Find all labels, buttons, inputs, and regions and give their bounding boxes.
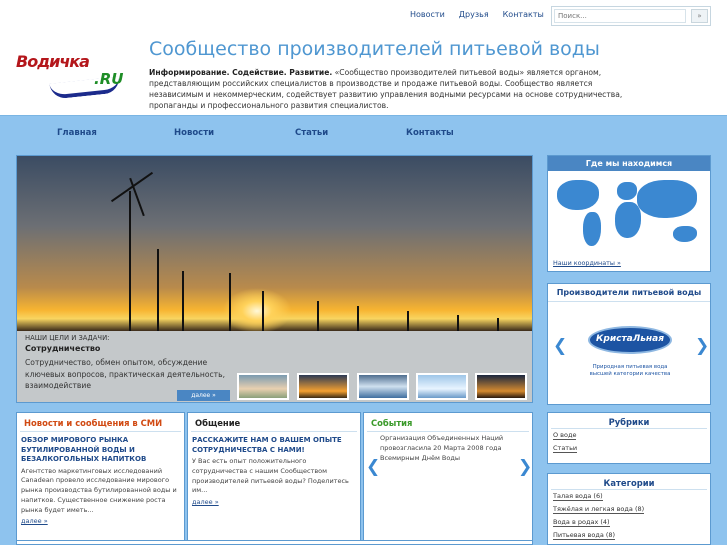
slide-thumbnail-5[interactable]	[475, 373, 527, 400]
map-europe	[617, 182, 637, 200]
slide-thumbnail-2[interactable]	[297, 373, 349, 400]
turbine-mast	[182, 271, 184, 331]
site-intro: Информирование. Содействие. Развитие. «С…	[149, 67, 649, 111]
producers-next-arrow[interactable]: ❯	[695, 336, 709, 356]
nav-contacts[interactable]: Контакты	[406, 128, 454, 138]
nav-home[interactable]: Главная	[57, 128, 97, 138]
producers-title: Производители питьевой воды	[548, 284, 710, 302]
producers-prev-arrow[interactable]: ❮	[553, 336, 567, 356]
logo-domain: .RU	[94, 70, 124, 88]
events-next-arrow[interactable]: ❯	[518, 457, 532, 477]
logo-word: Водичка	[16, 52, 90, 71]
news-item-text: Агентство маркетинговых исследований Can…	[21, 466, 177, 514]
category-item[interactable]: Вода в родах (4)	[553, 518, 610, 527]
talk-more-link[interactable]: далее »	[192, 498, 219, 506]
events-item-text: Организация Объединенных Наций провозгла…	[380, 434, 504, 462]
featured-slider: НАШИ ЦЕЛИ И ЗАДАЧИ: Сотрудничество Сотру…	[16, 155, 533, 403]
slide-heading: Сотрудничество	[25, 344, 101, 353]
talk-item-title[interactable]: РАССКАЖИТЕ НАМ О ВАШЕМ ОПЫТЕ СОТРУДНИЧЕС…	[188, 432, 360, 455]
map-north-america	[557, 180, 599, 210]
turbine-mast	[497, 318, 499, 331]
slide-text: Сотрудничество, обмен опытом, обсуждение…	[25, 358, 225, 390]
rubric-item[interactable]: Статьи	[553, 444, 578, 453]
turbine-mast	[317, 301, 319, 331]
events-column: События Организация Объединенных Наций п…	[363, 412, 533, 545]
talk-column: Общение РАССКАЖИТЕ НАМ О ВАШЕМ ОПЫТЕ СОТ…	[187, 412, 361, 545]
bottom-panel-edge	[16, 540, 533, 545]
categories-widget: Категории Талая вода (6) Тяжёлая и легка…	[547, 473, 711, 545]
slide-thumbnail-4[interactable]	[416, 373, 468, 400]
turbine-mast	[262, 291, 264, 331]
turbine-mast	[229, 273, 231, 331]
turbine-mast	[457, 315, 459, 331]
nav-articles[interactable]: Статьи	[295, 128, 328, 138]
topnav-friends-link[interactable]: Друзья	[459, 10, 489, 19]
category-item[interactable]: Тяжёлая и легкая вода (8)	[553, 505, 645, 514]
nav-news[interactable]: Новости	[174, 128, 214, 138]
intro-slogan: Информирование. Содействие. Развитие.	[149, 68, 333, 77]
topnav-contacts-link[interactable]: Контакты	[503, 10, 544, 19]
main-navigation: Главная Новости Статьи Контакты	[0, 128, 727, 142]
world-map[interactable]	[553, 176, 705, 256]
news-item-title[interactable]: ОБЗОР МИРОВОГО РЫНКА БУТИЛИРОВАННОЙ ВОДЫ…	[17, 432, 184, 465]
news-title: Новости и сообщения в СМИ	[20, 413, 181, 432]
producer-logo-kristalnaya[interactable]: КристаЛьная	[588, 314, 672, 362]
search-button[interactable]: »	[691, 9, 708, 23]
rubric-item[interactable]: О воде	[553, 431, 577, 440]
slide-kicker: НАШИ ЦЕЛИ И ЗАДАЧИ:	[25, 334, 110, 342]
coordinates-link[interactable]: Наши координаты »	[553, 259, 621, 267]
map-south-america	[583, 212, 601, 246]
producer-logo-text: КристаЛьная	[596, 334, 664, 344]
slide-image-wind-turbines	[17, 156, 532, 334]
producer-logo-subtitle: Природная питьевая вода высшей категории…	[589, 364, 671, 377]
turbine-mast	[357, 306, 359, 331]
turbine-mast	[157, 249, 159, 331]
site-logo[interactable]: Водичка .RU	[16, 48, 136, 100]
slide-more-button[interactable]: далее »	[177, 390, 230, 401]
news-column: Новости и сообщения в СМИ ОБЗОР МИРОВОГО…	[16, 412, 185, 545]
talk-item-text: У Вас есть опыт положительного сотруднич…	[192, 457, 349, 495]
producers-widget: Производители питьевой воды ❮ КристаЛьна…	[547, 283, 711, 405]
category-item[interactable]: Питьевая вода (8)	[553, 531, 616, 540]
map-africa	[615, 202, 641, 238]
categories-title: Категории	[551, 474, 707, 490]
turbine-mast	[407, 311, 409, 331]
rubrics-widget: Рубрики О воде Статьи	[547, 412, 711, 464]
location-widget: Где мы находимся Наши координаты »	[547, 155, 711, 272]
map-asia	[637, 180, 697, 218]
turbine-mast	[129, 191, 131, 331]
top-navigation: Новости Друзья Контакты	[410, 10, 544, 19]
slide-thumbnail-3[interactable]	[357, 373, 409, 400]
site-title: Сообщество производителей питьевой воды	[149, 38, 600, 60]
sun-glow	[222, 288, 292, 334]
news-more-link[interactable]: далее »	[21, 517, 48, 525]
map-australia	[673, 226, 697, 242]
slide-thumbnail-1[interactable]	[237, 373, 289, 400]
events-prev-arrow[interactable]: ❮	[366, 457, 380, 477]
rubrics-title: Рубрики	[551, 413, 707, 429]
events-title: События	[367, 413, 529, 432]
search-box: »	[551, 6, 711, 26]
category-item[interactable]: Талая вода (6)	[553, 492, 603, 501]
location-title: Где мы находимся	[548, 156, 710, 171]
search-input[interactable]	[554, 9, 686, 23]
talk-title: Общение	[191, 413, 357, 432]
topnav-news-link[interactable]: Новости	[410, 10, 445, 19]
